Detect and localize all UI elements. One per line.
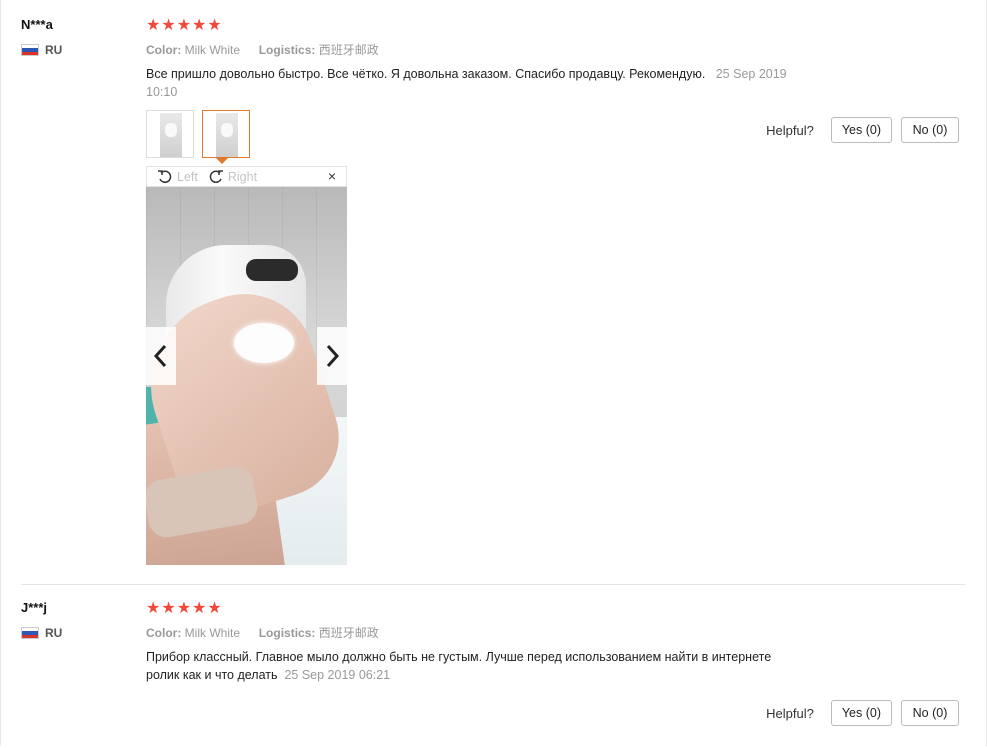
rotate-right-label: Right — [227, 169, 258, 184]
rotate-left-button[interactable]: Left — [157, 170, 198, 184]
country-code: RU — [45, 43, 63, 57]
reviewer-name: N***a — [21, 17, 53, 32]
color-value: Milk White — [184, 626, 241, 640]
previous-photo-button[interactable] — [146, 327, 176, 385]
review-body-line-2: ролик как и что делать — [146, 668, 278, 682]
order-attributes: Color: Milk White Logistics: 西班牙邮政 — [146, 624, 379, 641]
color-label: Color: — [146, 626, 182, 640]
next-photo-button[interactable] — [317, 327, 347, 385]
reviewer-country: RU — [21, 43, 62, 57]
review-photo-thumbnail-2[interactable] — [202, 110, 250, 158]
helpful-no-button[interactable]: No (0) — [901, 117, 959, 143]
review-date: 25 Sep 2019 06:21 — [284, 668, 391, 682]
review-text: Все пришло довольно быстро. Все чётко. Я… — [146, 65, 846, 101]
helpful-label: Helpful? — [766, 705, 814, 721]
review-body: Все пришло довольно быстро. Все чётко. Я… — [146, 67, 706, 81]
rating-stars: ★★★★★ — [146, 600, 223, 617]
reviewer-country: RU — [21, 626, 62, 640]
chevron-right-icon — [326, 344, 340, 368]
rotate-right-icon — [209, 169, 223, 183]
country-code: RU — [45, 626, 63, 640]
helpful-controls: Helpful? Yes (0) No (0) — [766, 700, 959, 726]
photo-viewer-toolbar: Left Right × — [146, 166, 347, 187]
rotate-right-button[interactable]: Right — [208, 170, 257, 184]
review-photo-large — [146, 187, 347, 565]
color-value: Milk White — [184, 43, 241, 57]
helpful-yes-button[interactable]: Yes (0) — [830, 700, 892, 726]
logistics-label: Logistics: — [258, 43, 316, 57]
logistics-label: Logistics: — [258, 626, 316, 640]
russia-flag-icon — [21, 44, 39, 56]
reviewer-name: J***j — [21, 600, 48, 615]
review-date: 25 Sep 2019 — [715, 67, 787, 81]
review-text: Прибор классный. Главное мыло должно быт… — [146, 648, 846, 684]
order-attributes: Color: Milk White Logistics: 西班牙邮政 — [146, 41, 379, 58]
color-label: Color: — [146, 43, 182, 57]
review-time: 10:10 — [146, 85, 178, 99]
russia-flag-icon — [21, 627, 39, 639]
helpful-no-button[interactable]: No (0) — [901, 700, 959, 726]
logistics-value: 西班牙邮政 — [318, 43, 379, 57]
logistics-value: 西班牙邮政 — [318, 626, 379, 640]
close-viewer-button[interactable]: × — [328, 168, 336, 184]
helpful-label: Helpful? — [766, 122, 814, 138]
review-photo-thumbnail-1[interactable] — [146, 110, 194, 158]
helpful-yes-button[interactable]: Yes (0) — [830, 117, 892, 143]
review-body-line-1: Прибор классный. Главное мыло должно быт… — [146, 650, 772, 664]
active-thumbnail-pointer — [216, 158, 228, 164]
rotate-left-label: Left — [177, 169, 198, 184]
rating-stars: ★★★★★ — [146, 17, 223, 34]
review-divider — [21, 584, 965, 585]
chevron-left-icon — [153, 344, 167, 368]
helpful-controls: Helpful? Yes (0) No (0) — [766, 117, 959, 143]
rotate-left-icon — [158, 169, 172, 183]
